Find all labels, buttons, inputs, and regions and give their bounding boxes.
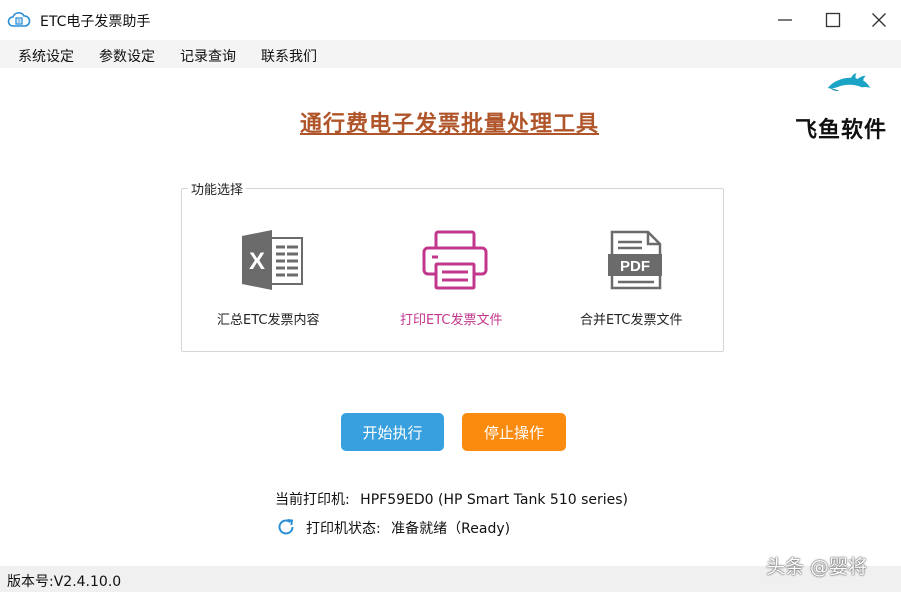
maximize-icon [825,12,841,28]
summarize-invoice-label[interactable]: 汇总ETC发票内容 [217,309,319,328]
printer-status-label: 打印机状态: [306,521,381,537]
minimize-button[interactable] [762,0,808,40]
menu-parameter-settings[interactable]: 参数设定 [99,46,155,66]
close-button[interactable] [856,0,901,40]
menu-bar: 系统设定 参数设定 记录查询 联系我们 [0,40,901,68]
pdf-icon[interactable]: PDF [606,230,664,290]
start-button[interactable]: 开始执行 [341,413,444,451]
menu-contact-us[interactable]: 联系我们 [261,46,317,66]
watermark: 头条 @婴将 [766,556,868,578]
svg-text:X: X [249,248,265,275]
version-label: 版本号:V2.4.10.0 [7,574,122,590]
dolphin-icon [827,73,871,92]
function-group-label: 功能选择 [188,179,247,198]
printer-icon[interactable] [422,230,488,290]
stop-button[interactable]: 停止操作 [462,413,566,451]
title-bar: ETC电子发票助手 [0,0,901,40]
page-title: 通行费电子发票批量处理工具 [300,112,600,137]
printer-status-row: 打印机状态: 准备就绪（Ready) [306,518,510,538]
menu-system-settings[interactable]: 系统设定 [18,46,74,66]
window-title: ETC电子发票助手 [40,14,151,30]
merge-invoice-label[interactable]: 合并ETC发票文件 [580,309,682,328]
cloud-printer-icon [7,12,31,27]
current-printer-value: HPF59ED0 (HP Smart Tank 510 series) [360,492,629,508]
close-icon [872,13,886,27]
current-printer-row: 当前打印机: HPF59ED0 (HP Smart Tank 510 serie… [275,489,628,509]
minimize-icon [778,19,792,21]
print-invoice-label[interactable]: 打印ETC发票文件 [400,309,502,328]
excel-icon[interactable]: X [240,230,304,290]
logo-text: 飞鱼软件 [795,118,888,143]
printer-status-value: 准备就绪（Ready) [391,521,511,537]
svg-text:PDF: PDF [620,258,650,275]
menu-record-query[interactable]: 记录查询 [180,46,236,66]
refresh-icon[interactable] [276,517,296,537]
maximize-button[interactable] [810,0,856,40]
current-printer-label: 当前打印机: [275,492,350,508]
